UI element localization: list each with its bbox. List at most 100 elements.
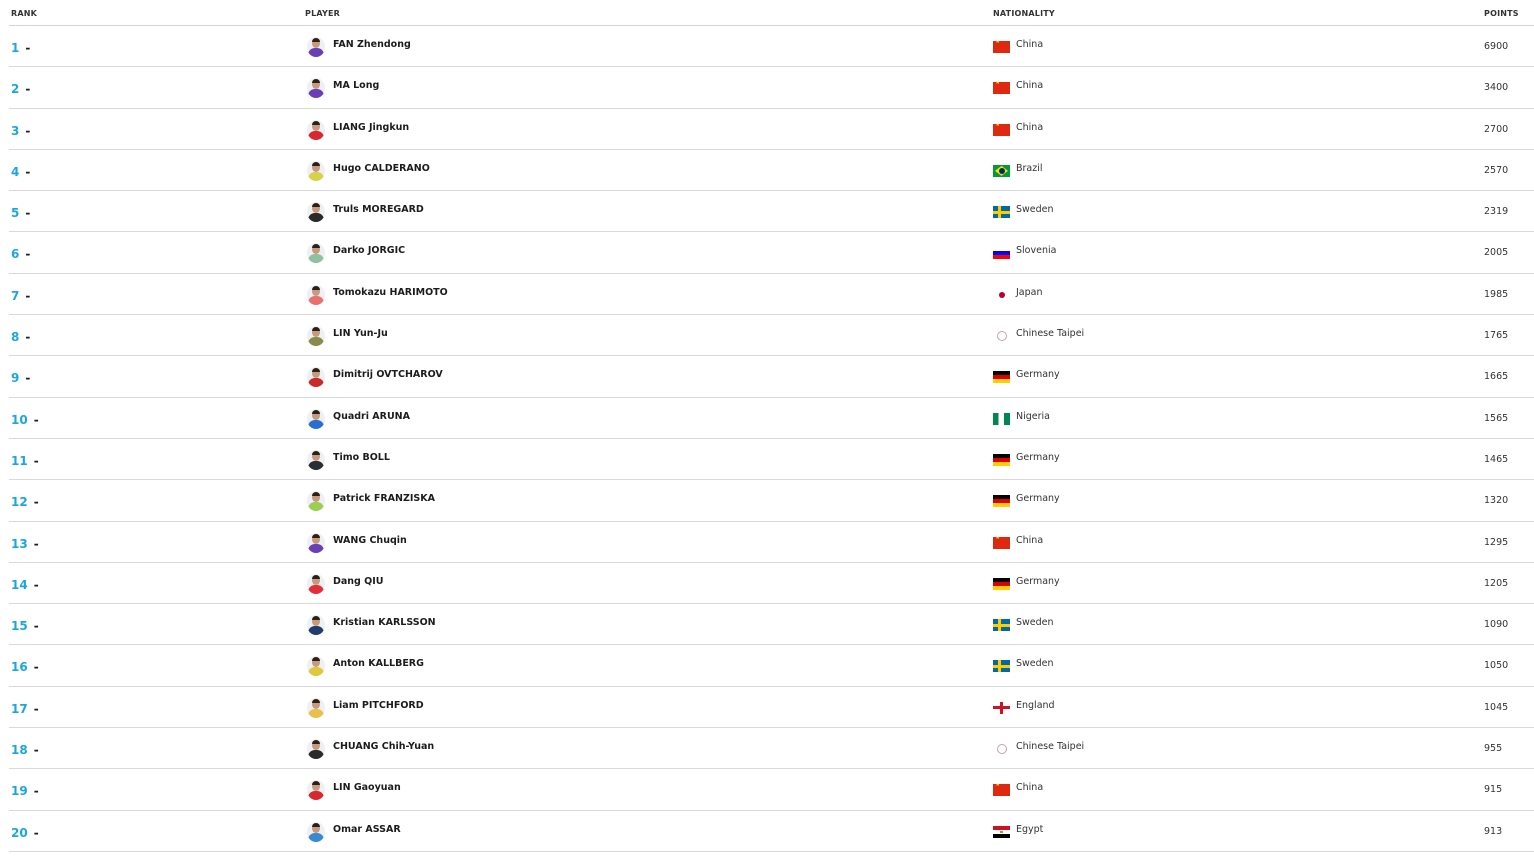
rank-value: 5 <box>11 206 20 221</box>
slovenia-flag-icon <box>993 247 1010 260</box>
rank-number: 5- <box>11 206 30 220</box>
nationality-label: Germany <box>1016 493 1060 505</box>
player-name-link[interactable]: MA Long <box>333 80 379 91</box>
player-avatar <box>307 532 325 553</box>
england-flag-icon <box>993 701 1010 714</box>
points-value: 955 <box>1484 743 1503 755</box>
table-row[interactable]: 20- Omar ASSAR Egypt 913 <box>9 811 1534 852</box>
points-value: 1205 <box>1484 577 1509 589</box>
player-name-link[interactable]: Quadri ARUNA <box>333 411 410 422</box>
player-name-link[interactable]: Anton KALLBERG <box>333 658 424 669</box>
rank-number: 16- <box>11 660 39 674</box>
rank-value: 19 <box>11 784 28 799</box>
rank-value: 20 <box>11 825 28 840</box>
rank-change-indicator: - <box>33 495 39 510</box>
rank-number: 9- <box>11 371 30 385</box>
points-column-header[interactable]: POINTS <box>1484 9 1519 18</box>
table-row[interactable]: 5- Truls MOREGARD Sweden 2319 <box>9 191 1534 233</box>
player-name-link[interactable]: Truls MOREGARD <box>333 204 424 215</box>
table-row[interactable]: 7- Tomokazu HARIMOTO Japan 1985 <box>9 274 1534 316</box>
table-row[interactable]: 17- Liam PITCHFORD England 1045 <box>9 687 1534 729</box>
player-name-link[interactable]: LIANG Jingkun <box>333 122 409 133</box>
player-name-link[interactable]: Hugo CALDERANO <box>333 163 430 174</box>
player-name-link[interactable]: LIN Gaoyuan <box>333 782 401 793</box>
player-column-header[interactable]: PLAYER <box>305 9 340 18</box>
rank-number: 8- <box>11 330 30 344</box>
player-name-link[interactable]: Omar ASSAR <box>333 824 401 835</box>
player-name-link[interactable]: Kristian KARLSSON <box>333 617 436 628</box>
rank-value: 10 <box>11 412 28 427</box>
table-row[interactable]: 1- FAN Zhendong China 6900 <box>9 26 1534 68</box>
taipei-flag-icon <box>993 743 1010 756</box>
player-name-link[interactable]: FAN Zhendong <box>333 39 411 50</box>
rank-number: 2- <box>11 82 30 96</box>
player-avatar <box>307 119 325 140</box>
table-row[interactable]: 18- CHUANG Chih-Yuan Chinese Taipei 955 <box>9 728 1534 770</box>
table-row[interactable]: 15- Kristian KARLSSON Sweden 1090 <box>9 604 1534 646</box>
rank-column-header[interactable]: RANK <box>11 9 37 18</box>
player-avatar <box>307 656 325 677</box>
player-name-link[interactable]: Tomokazu HARIMOTO <box>333 287 448 298</box>
player-name-link[interactable]: Timo BOLL <box>333 452 390 463</box>
nationality-column-header[interactable]: NATIONALITY <box>993 9 1055 18</box>
table-row[interactable]: 6- Darko JORGIC Slovenia 2005 <box>9 232 1534 274</box>
rank-value: 12 <box>11 495 28 510</box>
avatar-hair <box>312 781 320 786</box>
player-avatar <box>307 160 325 181</box>
points-value: 1565 <box>1484 412 1509 424</box>
player-name-link[interactable]: Darko JORGIC <box>333 245 405 256</box>
player-name-link[interactable]: LIN Yun-Ju <box>333 328 388 339</box>
points-value: 6900 <box>1484 41 1509 52</box>
rank-number: 18- <box>11 743 39 757</box>
table-row[interactable]: 10- Quadri ARUNA Nigeria 1565 <box>9 398 1534 439</box>
table-row[interactable]: 13- WANG Chuqin China 1295 <box>9 522 1534 563</box>
rank-number: 10- <box>11 413 39 427</box>
avatar-hair <box>312 740 320 745</box>
points-value: 1985 <box>1484 288 1509 300</box>
rank-change-indicator: - <box>33 825 39 840</box>
germany-flag-icon <box>993 453 1010 466</box>
rank-number: 14- <box>11 578 39 592</box>
player-avatar <box>307 367 325 388</box>
table-row[interactable]: 4- Hugo CALDERANO Brazil 2570 <box>9 150 1534 192</box>
rank-change-indicator: - <box>33 743 39 758</box>
table-row[interactable]: 2- MA Long China 3400 <box>9 67 1534 109</box>
avatar-shirt <box>308 584 324 594</box>
player-name-link[interactable]: Dimitrij OVTCHAROV <box>333 369 443 380</box>
rank-change-indicator: - <box>33 453 39 468</box>
rank-value: 6 <box>11 247 20 262</box>
player-avatar <box>307 408 325 429</box>
points-value: 1295 <box>1484 536 1509 548</box>
player-name-link[interactable]: WANG Chuqin <box>333 535 407 546</box>
rank-change-indicator: - <box>33 784 39 799</box>
table-row[interactable]: 19- LIN Gaoyuan China 915 <box>9 769 1534 811</box>
nationality-label: Sweden <box>1016 204 1054 216</box>
player-name-link[interactable]: CHUANG Chih-Yuan <box>333 741 434 752</box>
player-name-link[interactable]: Dang QIU <box>333 576 384 587</box>
avatar-hair <box>312 533 320 538</box>
avatar-shirt <box>308 832 324 842</box>
nationality-label: Sweden <box>1016 658 1054 670</box>
points-value: 1665 <box>1484 371 1509 383</box>
table-row[interactable]: 11- Timo BOLL Germany 1465 <box>9 439 1534 481</box>
rank-change-indicator: - <box>25 206 31 221</box>
table-row[interactable]: 3- LIANG Jingkun China 2700 <box>9 109 1534 150</box>
table-row[interactable]: 14- Dang QIU Germany 1205 <box>9 563 1534 605</box>
rank-change-indicator: - <box>33 701 39 716</box>
table-row[interactable]: 12- Patrick FRANZISKA Germany 1320 <box>9 480 1534 522</box>
avatar-shirt <box>308 502 324 512</box>
nationality-label: Germany <box>1016 575 1060 587</box>
rank-number: 17- <box>11 702 39 716</box>
rank-value: 18 <box>11 743 28 758</box>
table-row[interactable]: 9- Dimitrij OVTCHAROV Germany 1665 <box>9 356 1534 398</box>
points-value: 1045 <box>1484 701 1509 713</box>
points-value: 2005 <box>1484 247 1509 259</box>
table-row[interactable]: 16- Anton KALLBERG Sweden 1050 <box>9 645 1534 687</box>
rank-number: 3- <box>11 124 30 138</box>
china-flag-icon <box>993 536 1010 549</box>
table-row[interactable]: 8- LIN Yun-Ju Chinese Taipei 1765 <box>9 315 1534 357</box>
avatar-shirt <box>308 130 324 140</box>
player-name-link[interactable]: Liam PITCHFORD <box>333 700 424 711</box>
germany-flag-icon <box>993 495 1010 508</box>
player-name-link[interactable]: Patrick FRANZISKA <box>333 493 435 504</box>
